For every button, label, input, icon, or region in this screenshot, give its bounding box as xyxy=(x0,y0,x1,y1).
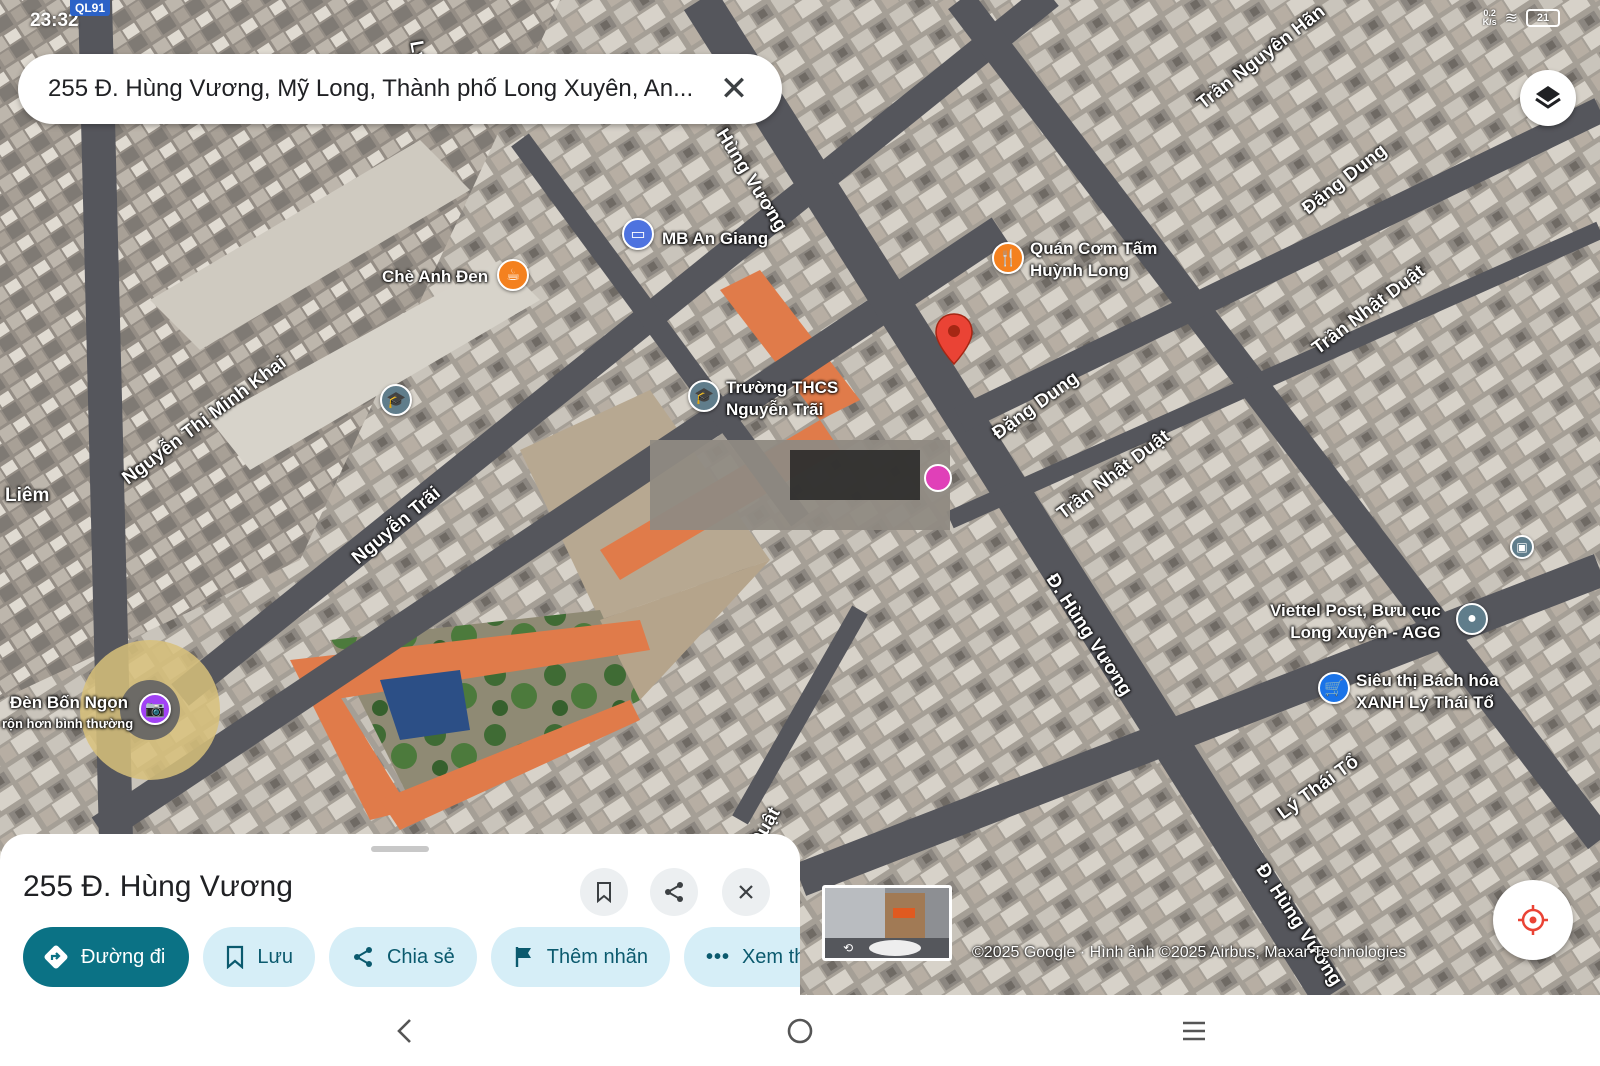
street-view-image: ⟲ xyxy=(825,888,949,958)
bank-icon[interactable]: ▭ xyxy=(622,218,654,250)
save-button[interactable]: Lưu xyxy=(203,927,315,987)
back-icon xyxy=(397,1019,411,1043)
route-badge: QL91 xyxy=(70,0,111,16)
directions-label: Đường đi xyxy=(81,945,166,968)
shopping-cart-icon[interactable]: 🛒 xyxy=(1318,672,1350,704)
poi-mb-an-giang[interactable]: MB An Giang xyxy=(662,228,768,250)
home-icon xyxy=(787,1018,813,1044)
street-view-thumbnail[interactable]: ⟲ xyxy=(822,885,952,961)
share-icon xyxy=(353,947,372,967)
camera-icon[interactable]: 📷 xyxy=(139,693,171,725)
menu-icon xyxy=(1183,1021,1205,1041)
more-label: Xem thêm xyxy=(741,945,800,968)
battery-icon: 21 xyxy=(1526,9,1560,27)
share-button[interactable]: Chia sẻ xyxy=(328,927,477,987)
road-label-liem: Liêm xyxy=(5,485,50,506)
layers-button[interactable] xyxy=(1520,70,1576,126)
poi-den-bon-ngon-note: rộn hơn bình thường xyxy=(2,716,134,731)
back-button[interactable] xyxy=(383,1009,427,1053)
directions-icon xyxy=(44,945,68,969)
sheet-drag-handle[interactable] xyxy=(371,846,429,852)
poi-sieu-thi[interactable]: Siêu thị Bách hóa XANH Lý Thái Tổ xyxy=(1356,670,1499,714)
school-icon[interactable]: 🎓 xyxy=(688,380,720,412)
place-title: 255 Đ. Hùng Vương xyxy=(23,870,293,903)
directions-button[interactable]: Đường đi xyxy=(23,927,190,987)
location-pin-icon[interactable] xyxy=(934,312,974,366)
map-copyright: ©2025 Google · Hình ảnh ©2025 Airbus, Ma… xyxy=(972,944,1407,961)
share-icon xyxy=(665,882,683,902)
status-icons: 0.2 K/s ≋ 21 xyxy=(1483,8,1560,28)
poi-quan-com-tam[interactable]: Quán Cơm Tấm Huỳnh Long xyxy=(1030,238,1157,282)
restaurant-icon[interactable]: 🍴 xyxy=(992,242,1024,274)
layers-icon xyxy=(1535,86,1561,109)
poi-che-anh-den[interactable]: Chè Anh Đen xyxy=(382,266,488,288)
system-navigation-bar xyxy=(0,995,1600,1066)
clear-search-icon[interactable]: ✕ xyxy=(714,69,754,109)
save-label: Lưu xyxy=(257,945,293,968)
network-speed-unit: K/s xyxy=(1482,17,1497,27)
bookmark-icon xyxy=(227,945,244,969)
add-label-label: Thêm nhãn xyxy=(546,945,648,968)
poi-viettel-post[interactable]: Viettel Post, Bưu cục Long Xuyên - AGG xyxy=(1270,600,1441,644)
close-sheet-button[interactable] xyxy=(722,868,770,916)
cafe-icon[interactable]: ☕ xyxy=(497,259,529,291)
place-bottom-sheet[interactable]: 255 Đ. Hùng Vương Đường đi Lưu Chia sẻ T… xyxy=(0,834,800,995)
school-icon[interactable]: 🎓 xyxy=(380,384,412,416)
wifi-icon: ≋ xyxy=(1504,10,1518,27)
more-button[interactable]: ••• Xem thêm xyxy=(683,927,800,987)
more-dots-icon: ••• xyxy=(705,945,730,968)
search-bar[interactable]: 255 Đ. Hùng Vương, Mỹ Long, Thành phố Lo… xyxy=(18,54,782,124)
home-button[interactable] xyxy=(778,1009,822,1053)
svg-text:⟲: ⟲ xyxy=(843,941,853,955)
action-chips: Đường đi Lưu Chia sẻ Thêm nhãn ••• Xem t… xyxy=(23,927,800,987)
share-label: Chia sẻ xyxy=(386,945,455,968)
bookmark-icon xyxy=(597,882,611,903)
poi-den-bon-ngon[interactable]: Đèn Bốn Ngọn xyxy=(10,692,128,714)
share-place-button[interactable] xyxy=(650,868,698,916)
poi-truong-thcs[interactable]: Trường THCS Nguyễn Trãi xyxy=(726,377,838,421)
place-icon[interactable]: ● xyxy=(1456,603,1488,635)
save-place-button[interactable] xyxy=(580,868,628,916)
my-location-button[interactable] xyxy=(1493,880,1573,960)
add-label-button[interactable]: Thêm nhãn xyxy=(490,927,670,987)
network-speed: 0.2 K/s xyxy=(1483,9,1497,27)
recents-button[interactable] xyxy=(1172,1009,1216,1053)
flag-icon xyxy=(515,947,531,967)
user-pin-icon[interactable] xyxy=(924,464,952,492)
search-query[interactable]: 255 Đ. Hùng Vương, Mỹ Long, Thành phố Lo… xyxy=(48,75,714,103)
close-icon xyxy=(739,885,753,899)
bus-stop-icon[interactable]: ▣ xyxy=(1510,535,1534,559)
crosshair-icon xyxy=(1518,905,1548,935)
